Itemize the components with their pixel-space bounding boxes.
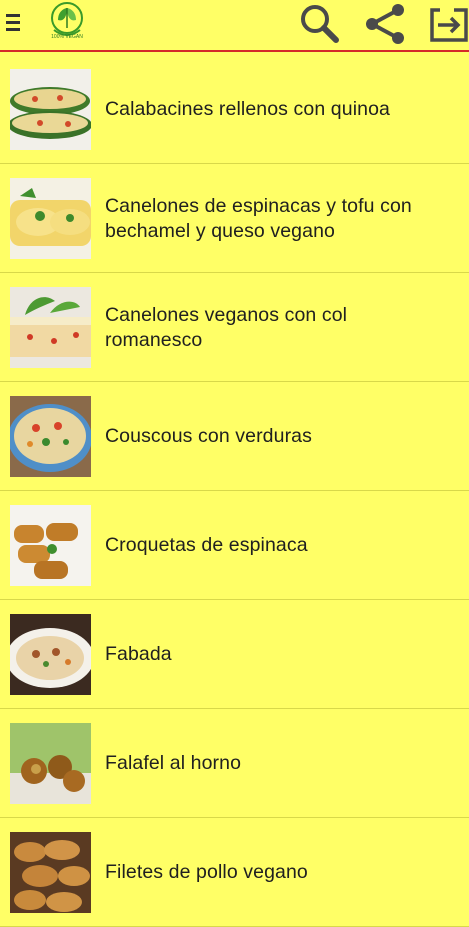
exit-icon <box>430 8 468 42</box>
recipe-row[interactable]: Falafel al horno <box>0 709 469 818</box>
share-button[interactable] <box>362 2 408 46</box>
recipe-thumbnail <box>10 178 91 259</box>
logo-text: 100% VEGAN <box>51 34 83 40</box>
recipe-label: Fabada <box>105 643 172 665</box>
recipe-label: Calabacines rellenos con quinoa <box>105 98 390 120</box>
recipe-thumbnail <box>10 614 91 695</box>
recipe-thumbnail <box>10 723 91 804</box>
recipe-row[interactable]: Canelones de espinacas y tofu con becham… <box>0 164 469 273</box>
recipe-row[interactable]: Canelones veganos con col romanesco <box>0 273 469 382</box>
recipe-row[interactable]: Filetes de pollo vegano <box>0 818 469 927</box>
recipe-thumbnail <box>10 832 91 913</box>
recipe-label: Canelones de espinacas y tofu con becham… <box>105 194 412 242</box>
search-icon <box>301 5 339 43</box>
app-logo: 100% VEGAN <box>46 0 88 42</box>
recipe-thumbnail <box>10 396 91 477</box>
recipe-label: Couscous con verduras <box>105 425 312 447</box>
search-button[interactable] <box>296 2 342 46</box>
recipe-label: Falafel al horno <box>105 752 242 774</box>
recipe-thumbnail <box>10 69 91 150</box>
recipe-row[interactable]: Croquetas de espinaca <box>0 491 469 600</box>
recipe-thumbnail <box>10 505 91 586</box>
recipe-row[interactable]: Fabada <box>0 600 469 709</box>
recipe-thumbnail <box>10 287 91 368</box>
recipe-row[interactable]: Couscous con verduras <box>0 382 469 491</box>
exit-button[interactable] <box>424 2 469 46</box>
recipe-list: Calabacines rellenos con quinoa Canelone… <box>0 55 469 927</box>
recipe-label: Croquetas de espinaca <box>105 534 308 556</box>
menu-icon[interactable] <box>6 11 26 35</box>
recipe-row[interactable]: Calabacines rellenos con quinoa <box>0 55 469 164</box>
app-toolbar: 100% VEGAN <box>0 0 469 52</box>
share-icon <box>366 4 404 44</box>
recipe-label: Canelones veganos con col romanesco <box>105 303 348 351</box>
recipe-label: Filetes de pollo vegano <box>105 861 308 883</box>
